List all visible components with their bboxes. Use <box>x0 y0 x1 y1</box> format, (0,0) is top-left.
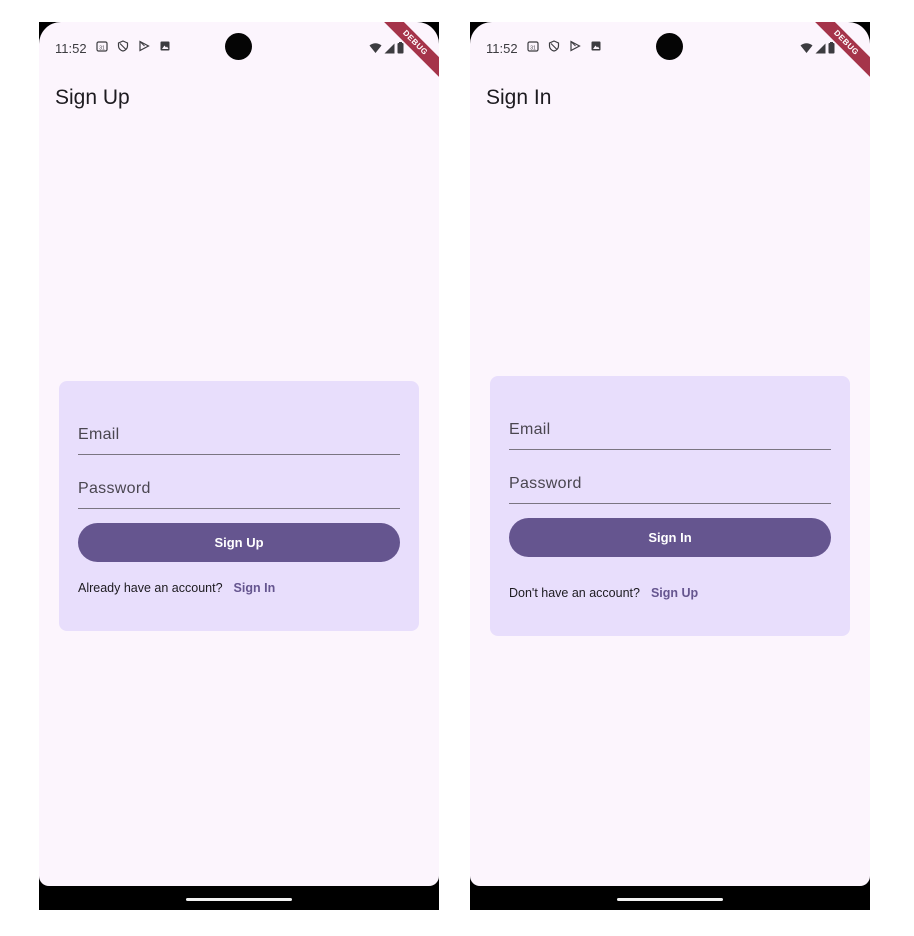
sign-up-link[interactable]: Sign Up <box>651 586 698 600</box>
shield-icon <box>548 40 560 52</box>
home-indicator[interactable] <box>186 898 292 901</box>
camera-cutout <box>225 33 252 60</box>
sign-in-button[interactable]: Sign In <box>509 518 831 557</box>
sign-in-link[interactable]: Sign In <box>234 581 276 595</box>
play-store-icon <box>569 40 581 52</box>
photo-icon <box>159 40 171 52</box>
page-title: Sign Up <box>55 86 130 109</box>
status-bar: 11:52 31 DEBUG <box>39 22 439 91</box>
notification-icons: 31 <box>96 40 171 52</box>
password-field-label: Password <box>78 480 151 497</box>
system-icons <box>369 41 404 59</box>
switch-row: Already have an account? Sign In <box>78 581 275 595</box>
camera-cutout <box>656 33 683 60</box>
email-field-label: Email <box>509 421 551 438</box>
switch-row: Don't have an account? Sign Up <box>509 586 698 600</box>
sign-up-screen: 11:52 31 DEBUG Sign Up Email Password Si… <box>39 22 439 886</box>
home-indicator[interactable] <box>617 898 723 901</box>
switch-prompt: Don't have an account? <box>509 586 640 600</box>
email-field-label: Email <box>78 426 120 443</box>
wifi-icon <box>369 41 382 59</box>
phone-sign-up: 11:52 31 DEBUG Sign Up Email Password Si… <box>39 22 439 910</box>
status-time: 11:52 <box>486 41 518 56</box>
status-bar: 11:52 31 DEBUG <box>470 22 870 91</box>
battery-icon <box>397 41 404 59</box>
svg-text:31: 31 <box>530 45 536 51</box>
email-field[interactable]: Email <box>78 414 400 455</box>
photo-icon <box>590 40 602 52</box>
switch-prompt: Already have an account? <box>78 581 223 595</box>
password-field[interactable]: Password <box>78 468 400 509</box>
svg-text:31: 31 <box>99 45 105 51</box>
play-store-icon <box>138 40 150 52</box>
calendar-icon: 31 <box>96 40 108 52</box>
sign-up-button[interactable]: Sign Up <box>78 523 400 562</box>
sign-in-card: Email Password Sign In Don't have an acc… <box>490 376 850 636</box>
page-title: Sign In <box>486 86 552 109</box>
sign-up-card: Email Password Sign Up Already have an a… <box>59 381 419 631</box>
status-time: 11:52 <box>55 41 87 56</box>
system-icons <box>800 41 835 59</box>
password-field[interactable]: Password <box>509 463 831 504</box>
sign-in-screen: 11:52 31 DEBUG Sign In Email Password Si… <box>470 22 870 886</box>
calendar-icon: 31 <box>527 40 539 52</box>
battery-icon <box>828 41 835 59</box>
shield-icon <box>117 40 129 52</box>
notification-icons: 31 <box>527 40 602 52</box>
password-field-label: Password <box>509 475 582 492</box>
wifi-icon <box>800 41 813 59</box>
signal-icon <box>384 41 395 59</box>
signal-icon <box>815 41 826 59</box>
phone-sign-in: 11:52 31 DEBUG Sign In Email Password Si… <box>470 22 870 910</box>
email-field[interactable]: Email <box>509 409 831 450</box>
